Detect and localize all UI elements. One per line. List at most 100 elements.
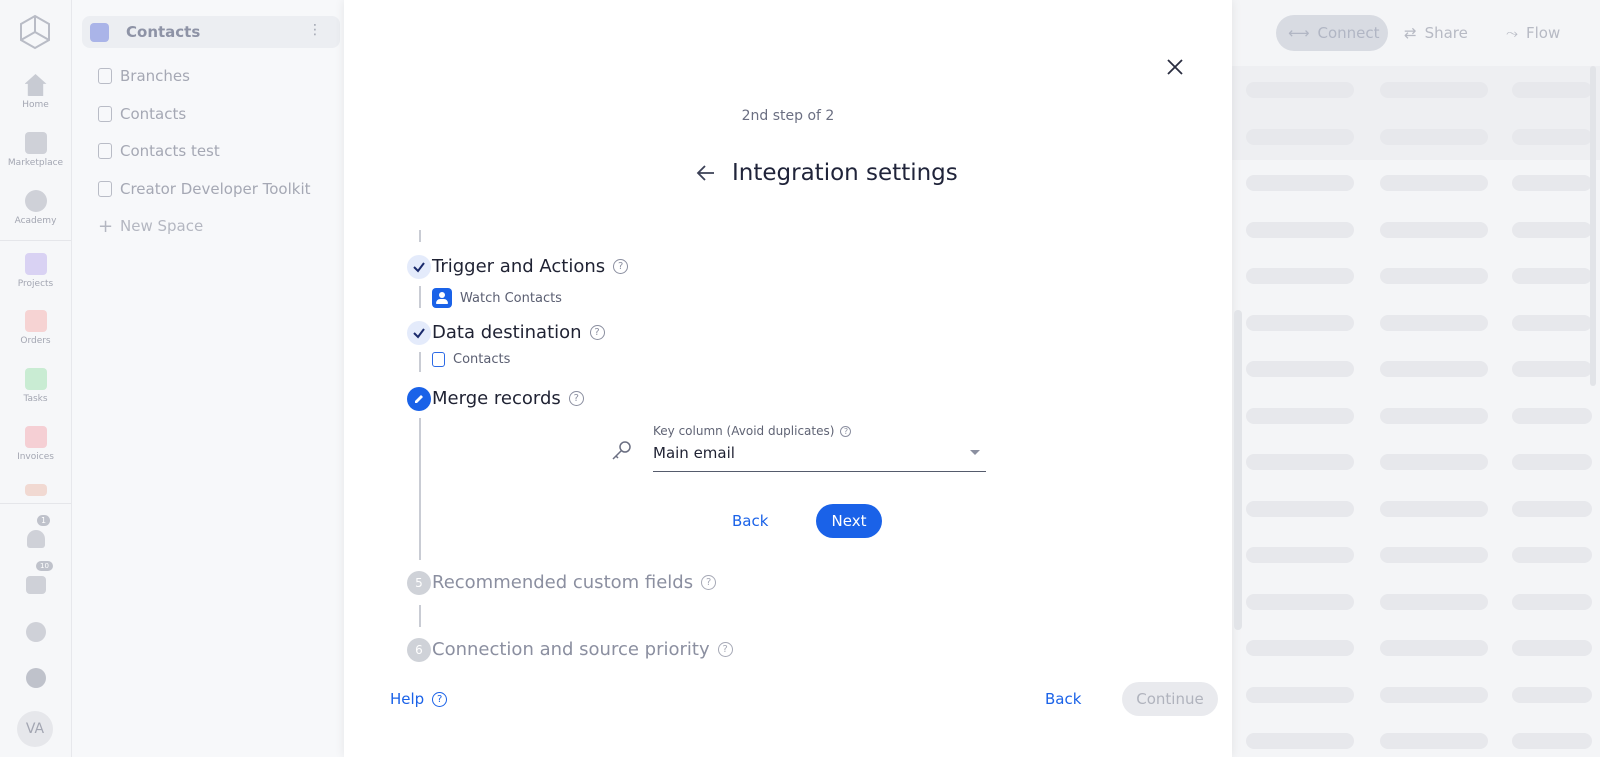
spaces-sidebar: Contacts ⋮ Branches Contacts Contacts te… — [72, 0, 344, 757]
skeleton-cell — [1512, 500, 1592, 517]
help-icon: ? — [432, 691, 448, 707]
space-item-label: Contacts — [120, 105, 187, 123]
skeleton-cell — [1380, 128, 1488, 145]
plus-icon: + — [98, 215, 114, 237]
key-column-select[interactable]: Main email — [653, 436, 986, 472]
app-logo[interactable] — [18, 14, 52, 50]
board-backdrop: ⟷ Connect ⇄ Share ⤳ Flow — [1232, 0, 1600, 757]
help-rail-button[interactable] — [0, 622, 71, 642]
flow-button[interactable]: ⤳ Flow — [1494, 15, 1584, 51]
rail-label: Home — [22, 100, 49, 110]
new-space-button[interactable]: + New Space — [98, 215, 203, 237]
key-icon — [612, 441, 631, 460]
contacts-book-icon — [98, 106, 112, 122]
space-item-contacts-test[interactable]: Contacts test — [98, 140, 220, 162]
help-icon[interactable]: ? — [701, 575, 717, 590]
continue-button[interactable]: Continue — [1122, 682, 1218, 716]
skeleton-cell — [1512, 454, 1592, 470]
skeleton-cell — [1380, 175, 1488, 191]
rail-projects[interactable]: Projects — [0, 253, 71, 289]
step-connector — [419, 230, 421, 242]
space-header[interactable]: Contacts ⋮ — [82, 16, 340, 48]
step-connector — [419, 352, 421, 372]
rail-invoices[interactable]: Invoices — [0, 426, 71, 462]
skeleton-cell — [1246, 128, 1354, 145]
share-icon: ⇄ — [1404, 24, 1417, 42]
back-button[interactable]: Back — [1045, 690, 1081, 708]
step-data-destination[interactable]: Data destination ? — [432, 322, 605, 343]
merge-next-button[interactable]: Next — [816, 504, 882, 538]
step-connector — [419, 418, 421, 560]
skeleton-cell — [1246, 175, 1354, 191]
rail-academy[interactable]: Academy — [0, 190, 71, 226]
rail-tasks[interactable]: Tasks — [0, 368, 71, 404]
help-icon[interactable]: ? — [840, 425, 852, 437]
connect-button[interactable]: ⟷ Connect — [1276, 15, 1388, 51]
step-merge-records[interactable]: Merge records ? — [432, 388, 584, 409]
check-icon — [413, 262, 425, 273]
rail-more[interactable] — [0, 484, 71, 496]
share-button[interactable]: ⇄ Share — [1392, 15, 1482, 51]
help-icon[interactable]: ? — [717, 642, 733, 657]
step-trigger-actions[interactable]: Trigger and Actions ? — [432, 256, 629, 277]
skeleton-cell — [1246, 82, 1354, 98]
space-item-creator-toolkit[interactable]: Creator Developer Toolkit — [98, 178, 311, 200]
step-trigger-summary: Watch Contacts — [432, 288, 562, 308]
skeleton-cell — [1512, 686, 1592, 703]
help-icon[interactable]: ? — [613, 259, 629, 274]
skeleton-cell — [1246, 640, 1354, 656]
notifications-button[interactable] — [0, 530, 71, 548]
skeleton-cell — [1512, 547, 1592, 563]
app-rail: Home Marketplace Academy Projects Orders… — [0, 0, 72, 757]
arrow-left-icon[interactable] — [694, 161, 718, 185]
skeleton-cell — [1380, 314, 1488, 331]
board-header-band — [1232, 66, 1600, 160]
skeleton-cell — [1246, 454, 1354, 470]
rail-marketplace[interactable]: Marketplace — [0, 132, 71, 168]
step-number-badge: 6 — [407, 638, 431, 662]
space-item-contacts[interactable]: Contacts — [98, 103, 186, 125]
updates-button[interactable] — [0, 576, 71, 594]
help-button[interactable]: Help ? — [390, 690, 448, 708]
board-scrollbar[interactable] — [1590, 66, 1596, 386]
rail-home[interactable]: Home — [0, 74, 71, 110]
modal-scrollbar[interactable] — [1234, 310, 1242, 630]
skeleton-cell — [1380, 82, 1488, 98]
merge-back-button[interactable]: Back — [732, 512, 768, 530]
connect-label: Connect — [1317, 24, 1380, 42]
step-destination-summary: Contacts — [432, 352, 510, 367]
updates-badge: 10 — [36, 561, 53, 571]
modal-title: Integration settings — [732, 160, 958, 186]
step-connection-priority[interactable]: Connection and source priority ? — [432, 639, 733, 660]
invoice-icon — [24, 426, 47, 448]
flow-label: Flow — [1526, 24, 1561, 42]
help-icon[interactable]: ? — [589, 325, 605, 340]
help-icon[interactable]: ? — [568, 391, 584, 406]
space-item-branches[interactable]: Branches — [98, 65, 190, 87]
rail-divider — [0, 503, 71, 504]
skeleton-cell — [1246, 314, 1354, 331]
skeleton-cell — [1246, 407, 1354, 424]
skeleton-cell — [1512, 268, 1592, 284]
avatar[interactable]: VA — [17, 711, 53, 747]
space-title: Contacts — [126, 23, 201, 41]
rail-label: Projects — [17, 279, 54, 289]
close-icon[interactable] — [1164, 56, 1186, 78]
rail-orders[interactable]: Orders — [0, 310, 71, 346]
play-icon — [24, 190, 47, 212]
step-title: Data destination — [432, 322, 582, 343]
step-custom-fields[interactable]: Recommended custom fields ? — [432, 572, 717, 593]
skeleton-cell — [1380, 221, 1488, 238]
skeleton-cell — [1380, 686, 1488, 703]
step-title: Trigger and Actions — [432, 256, 606, 277]
space-item-label: Creator Developer Toolkit — [120, 180, 311, 198]
settings-button[interactable] — [0, 668, 71, 688]
skeleton-cell — [1380, 500, 1488, 517]
skeleton-cell — [1380, 640, 1488, 656]
skeleton-cell — [1246, 268, 1354, 284]
rail-label: Tasks — [23, 394, 48, 404]
help-circle-icon — [25, 622, 46, 642]
contacts-book-icon — [98, 68, 112, 84]
pencil-icon — [415, 395, 423, 403]
more-icon[interactable]: ⋮ — [308, 22, 322, 38]
